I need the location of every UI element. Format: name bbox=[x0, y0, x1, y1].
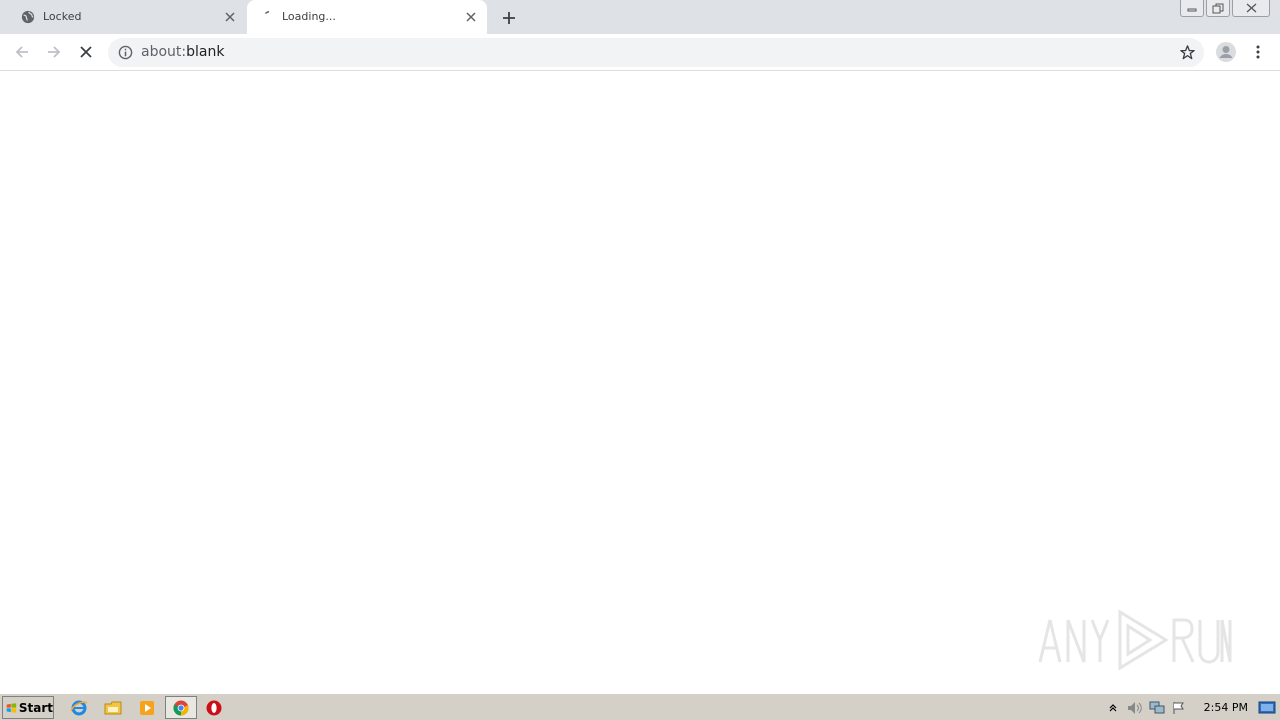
system-tray: 2:54 PM bbox=[1102, 696, 1276, 719]
restore-button[interactable] bbox=[1206, 0, 1230, 17]
stop-loading-button[interactable] bbox=[74, 40, 98, 64]
profile-button[interactable] bbox=[1214, 40, 1238, 64]
forward-arrow-icon bbox=[48, 46, 61, 58]
start-button[interactable]: Start bbox=[2, 696, 54, 719]
stop-icon bbox=[80, 46, 92, 58]
plus-icon bbox=[503, 12, 515, 24]
anyrun-watermark-logo bbox=[1038, 609, 1232, 670]
minimize-icon bbox=[1187, 8, 1197, 12]
address-bar[interactable]: about:blank bbox=[108, 38, 1204, 67]
menu-button[interactable] bbox=[1246, 40, 1270, 64]
show-desktop-icon[interactable] bbox=[1258, 701, 1276, 715]
chrome-icon bbox=[173, 700, 189, 716]
tab-title: Loading... bbox=[282, 10, 336, 23]
page-content bbox=[0, 72, 1280, 692]
network-icon[interactable] bbox=[1146, 698, 1168, 718]
minimize-button[interactable] bbox=[1180, 0, 1204, 17]
forward-button[interactable] bbox=[42, 40, 66, 64]
show-hidden-icons-icon[interactable] bbox=[1102, 698, 1124, 718]
tab-locked[interactable]: Locked bbox=[8, 0, 246, 34]
close-icon bbox=[1246, 3, 1256, 13]
globe-icon bbox=[21, 10, 35, 24]
address-url[interactable]: about:blank bbox=[141, 44, 224, 61]
restore-icon bbox=[1212, 3, 1224, 13]
url-scheme: about: bbox=[141, 44, 187, 60]
kebab-menu-icon bbox=[1256, 45, 1260, 59]
action-center-flag-icon[interactable] bbox=[1168, 698, 1190, 718]
new-tab-button[interactable] bbox=[499, 8, 519, 28]
bookmark-star-icon[interactable] bbox=[1179, 44, 1196, 61]
chrome-taskbar-button[interactable] bbox=[165, 696, 197, 719]
volume-icon[interactable] bbox=[1124, 698, 1146, 718]
back-button[interactable] bbox=[10, 40, 34, 64]
tab-loading[interactable]: Loading... bbox=[247, 0, 487, 34]
media-player-icon[interactable] bbox=[138, 699, 156, 717]
file-explorer-icon[interactable] bbox=[104, 699, 122, 717]
taskbar-clock[interactable]: 2:54 PM bbox=[1204, 701, 1248, 714]
loading-spinner-icon bbox=[264, 11, 270, 15]
tab-strip: Locked Loading... bbox=[0, 0, 1280, 34]
start-label: Start bbox=[18, 700, 53, 715]
close-tab-icon[interactable] bbox=[222, 9, 238, 25]
info-icon[interactable] bbox=[118, 45, 133, 60]
tab-title: Locked bbox=[43, 10, 82, 23]
windows-flag-icon bbox=[6, 702, 17, 713]
windows-taskbar: Start 2:54 PM bbox=[0, 693, 1280, 720]
close-window-button[interactable] bbox=[1232, 0, 1270, 17]
back-arrow-icon bbox=[15, 46, 28, 58]
opera-icon[interactable] bbox=[205, 699, 223, 717]
window-controls bbox=[1180, 0, 1270, 18]
internet-explorer-icon[interactable] bbox=[70, 699, 88, 717]
close-tab-icon[interactable] bbox=[463, 9, 479, 25]
browser-toolbar: about:blank bbox=[0, 34, 1280, 71]
url-path: blank bbox=[186, 44, 225, 60]
avatar-icon bbox=[1216, 42, 1236, 62]
